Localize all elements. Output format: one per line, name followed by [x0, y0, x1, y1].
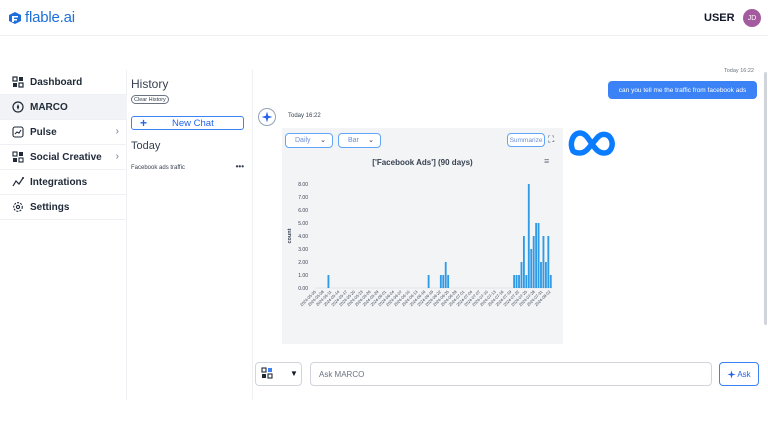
history-group-today: Today [131, 140, 161, 152]
user-message-bubble: can you tell me the traffic from faceboo… [608, 81, 757, 99]
bar [513, 275, 516, 288]
history-item[interactable]: Facebook ads traffic ••• [131, 162, 244, 171]
clear-history-button[interactable]: Clear History [131, 95, 169, 104]
flable-logo-icon [9, 11, 21, 24]
bar [530, 249, 533, 288]
sparkle-icon [727, 369, 736, 379]
y-tick-label: 7.00 [298, 195, 308, 201]
bar [549, 275, 552, 288]
y-tick-label: 3.00 [298, 247, 308, 253]
chart-panel: Daily ⌄ Bar ⌄ Summarize ⛶ ['Facebook Ads… [282, 128, 563, 344]
chat-scrollbar[interactable] [764, 72, 767, 325]
gear-icon [13, 202, 23, 212]
app-root: flable.ai USER JD Dashboard MARCO Pulse … [0, 0, 768, 432]
y-tick-label: 4.00 [298, 234, 308, 240]
bar [444, 262, 447, 288]
brand-logo[interactable]: flable.ai [8, 9, 75, 26]
sidebar-item-pulse[interactable]: Pulse › [0, 120, 127, 145]
bar [522, 236, 525, 288]
sidebar-item-label: Integrations [30, 176, 88, 188]
agent-select[interactable]: ▼ [255, 362, 302, 386]
ask-button[interactable]: Ask [719, 362, 759, 386]
sidebar-item-label: Social Creative [30, 151, 102, 163]
avatar[interactable]: JD [743, 9, 761, 27]
sidebar-item-dashboard[interactable]: Dashboard [0, 70, 127, 95]
bar [427, 275, 430, 288]
top-bar: flable.ai USER JD [0, 0, 768, 36]
history-item-label: Facebook ads traffic [131, 165, 185, 171]
sidebar-item-label: MARCO [30, 101, 68, 113]
bar [527, 184, 530, 288]
bar [327, 275, 330, 288]
y-tick-label: 2.00 [298, 260, 308, 266]
bar [525, 275, 528, 288]
sidebar-item-settings[interactable]: Settings [0, 195, 127, 220]
chevron-right-icon: › [115, 151, 119, 162]
bar [442, 275, 445, 288]
y-tick-label: 6.00 [298, 208, 308, 214]
bar [532, 236, 535, 288]
bar [447, 275, 450, 288]
y-tick-label: 8.00 [298, 182, 308, 188]
sidebar-item-label: Settings [30, 201, 70, 213]
social-grid-icon [12, 151, 24, 163]
sparkle-icon [261, 111, 273, 123]
ask-input[interactable] [310, 362, 712, 386]
sidebar-item-social-creative[interactable]: Social Creative › [0, 145, 127, 170]
bar [518, 275, 520, 288]
y-tick-label: 5.00 [298, 221, 308, 227]
history-panel: History Clear History + New Chat Today F… [127, 70, 253, 400]
plus-icon: + [140, 116, 148, 130]
bar [544, 262, 547, 288]
y-tick-label: 1.00 [298, 273, 308, 279]
assistant-message-time: Today 16:22 [288, 113, 321, 119]
y-axis-label: count [287, 228, 293, 243]
bar [439, 275, 442, 288]
integrations-icon [12, 177, 24, 187]
bar [537, 223, 540, 288]
sidebar-item-integrations[interactable]: Integrations [0, 170, 127, 195]
pulse-chart-icon [12, 126, 24, 138]
dashboard-grid-icon [12, 76, 24, 88]
bar-chart: 0.00 1.00 2.00 3.00 4.00 5.00 6.00 7.00 8.00 coun… [287, 182, 552, 307]
bar [515, 275, 518, 288]
brand-name: flable.ai [25, 9, 75, 26]
bar [535, 223, 538, 288]
y-tick-label: 0.00 [298, 286, 308, 292]
bar [540, 262, 542, 288]
user-label: USER [704, 12, 735, 24]
caret-down-icon: ▼ [290, 369, 298, 378]
sidebar-item-label: Pulse [30, 126, 57, 138]
new-chat-button[interactable]: + New Chat [131, 116, 244, 130]
ask-button-label: Ask [737, 369, 751, 379]
sidebar: Dashboard MARCO Pulse › Social Creative … [0, 70, 127, 400]
sidebar-item-label: Dashboard [30, 76, 83, 88]
bar [547, 236, 550, 288]
assistant-avatar [258, 108, 276, 126]
sidebar-item-marco[interactable]: MARCO [0, 95, 127, 120]
bar [542, 236, 545, 288]
social-grid-icon [261, 367, 273, 379]
bar [520, 262, 523, 288]
more-options-icon[interactable]: ••• [236, 162, 244, 171]
history-title: History [131, 77, 169, 91]
compass-icon [12, 101, 24, 113]
chevron-right-icon: › [115, 126, 119, 137]
user-message-time: Today 16:22 [724, 68, 754, 74]
meta-logo-icon [568, 130, 615, 156]
new-chat-label: New Chat [172, 118, 214, 129]
